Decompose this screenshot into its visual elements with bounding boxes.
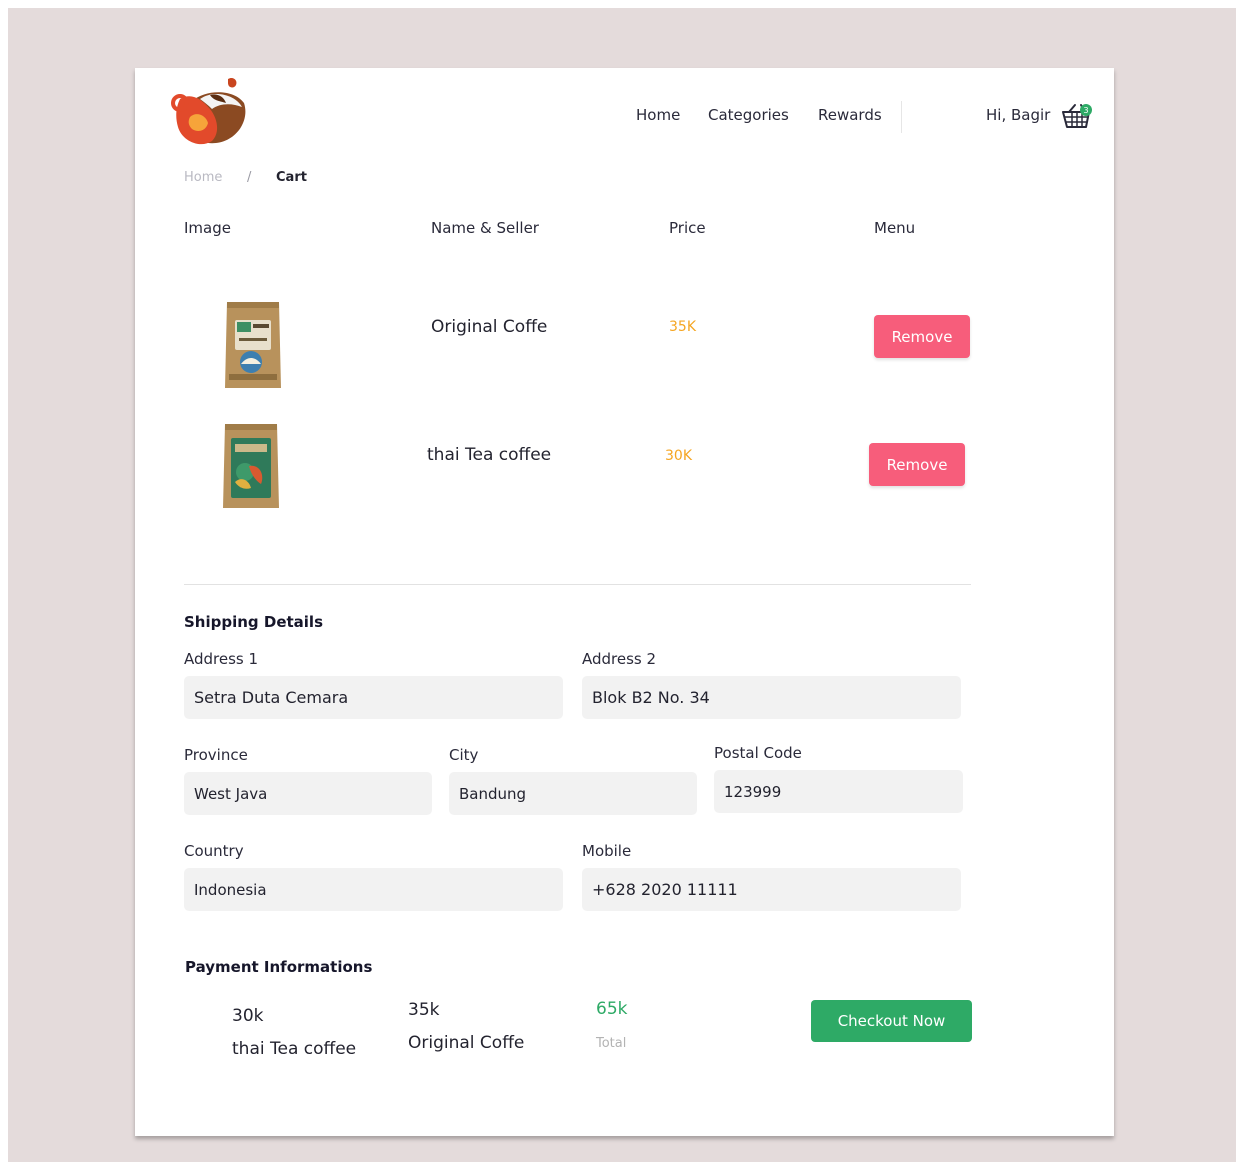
nav-home-link[interactable]: Home bbox=[636, 106, 680, 124]
breadcrumb-home[interactable]: Home bbox=[184, 170, 222, 185]
province-label: Province bbox=[184, 746, 248, 764]
column-header-name: Name & Seller bbox=[431, 219, 539, 237]
shopping-basket-icon[interactable]: 3 bbox=[1061, 102, 1093, 130]
nav-categories-link[interactable]: Categories bbox=[708, 106, 789, 124]
payment-total-label: Total bbox=[596, 1036, 627, 1051]
mobile-field[interactable] bbox=[582, 868, 961, 911]
country-label: Country bbox=[184, 842, 244, 860]
address1-label: Address 1 bbox=[184, 650, 259, 668]
product-name: thai Tea coffee bbox=[427, 445, 552, 465]
product-price: 30K bbox=[665, 448, 692, 464]
province-field[interactable] bbox=[184, 772, 432, 815]
product-price: 35K bbox=[669, 319, 696, 335]
postal-code-field[interactable] bbox=[714, 770, 963, 813]
address2-field[interactable] bbox=[582, 676, 961, 719]
city-field[interactable] bbox=[449, 772, 697, 815]
country-field[interactable] bbox=[184, 868, 563, 911]
remove-button[interactable]: Remove bbox=[874, 315, 970, 358]
address2-label: Address 2 bbox=[582, 650, 657, 668]
checkout-now-button[interactable]: Checkout Now bbox=[811, 1000, 972, 1042]
breadcrumb-current: Cart bbox=[276, 170, 307, 185]
payment-item-name: Original Coffe bbox=[408, 1033, 525, 1053]
product-image-thai-tea-coffee bbox=[223, 424, 279, 508]
payment-item-name: thai Tea coffee bbox=[232, 1039, 357, 1059]
city-label: City bbox=[449, 746, 479, 764]
payment-total-value: 65k bbox=[596, 999, 628, 1019]
coffee-cup-splash-logo[interactable] bbox=[170, 75, 250, 147]
product-image-original-coffe bbox=[225, 302, 281, 388]
cart-page-card: Home Categories Rewards Hi, Bagir 3 Home… bbox=[135, 68, 1114, 1136]
column-header-image: Image bbox=[184, 219, 231, 237]
breadcrumb-separator: / bbox=[247, 170, 252, 185]
shipping-details-title: Shipping Details bbox=[184, 613, 324, 631]
mobile-label: Mobile bbox=[582, 842, 632, 860]
section-divider bbox=[184, 584, 971, 585]
cart-badge-count: 3 bbox=[1083, 106, 1088, 115]
column-header-menu: Menu bbox=[874, 219, 916, 237]
remove-button[interactable]: Remove bbox=[869, 443, 965, 486]
product-name: Original Coffe bbox=[431, 317, 548, 337]
nav-divider bbox=[901, 101, 902, 133]
user-greeting[interactable]: Hi, Bagir bbox=[986, 106, 1050, 124]
payment-item-price: 30k bbox=[232, 1006, 264, 1026]
payment-item-price: 35k bbox=[408, 1000, 440, 1020]
payment-informations-title: Payment Informations bbox=[185, 958, 373, 976]
column-header-price: Price bbox=[669, 219, 706, 237]
address1-field[interactable] bbox=[184, 676, 563, 719]
postal-code-label: Postal Code bbox=[714, 744, 802, 762]
nav-rewards-link[interactable]: Rewards bbox=[818, 106, 882, 124]
